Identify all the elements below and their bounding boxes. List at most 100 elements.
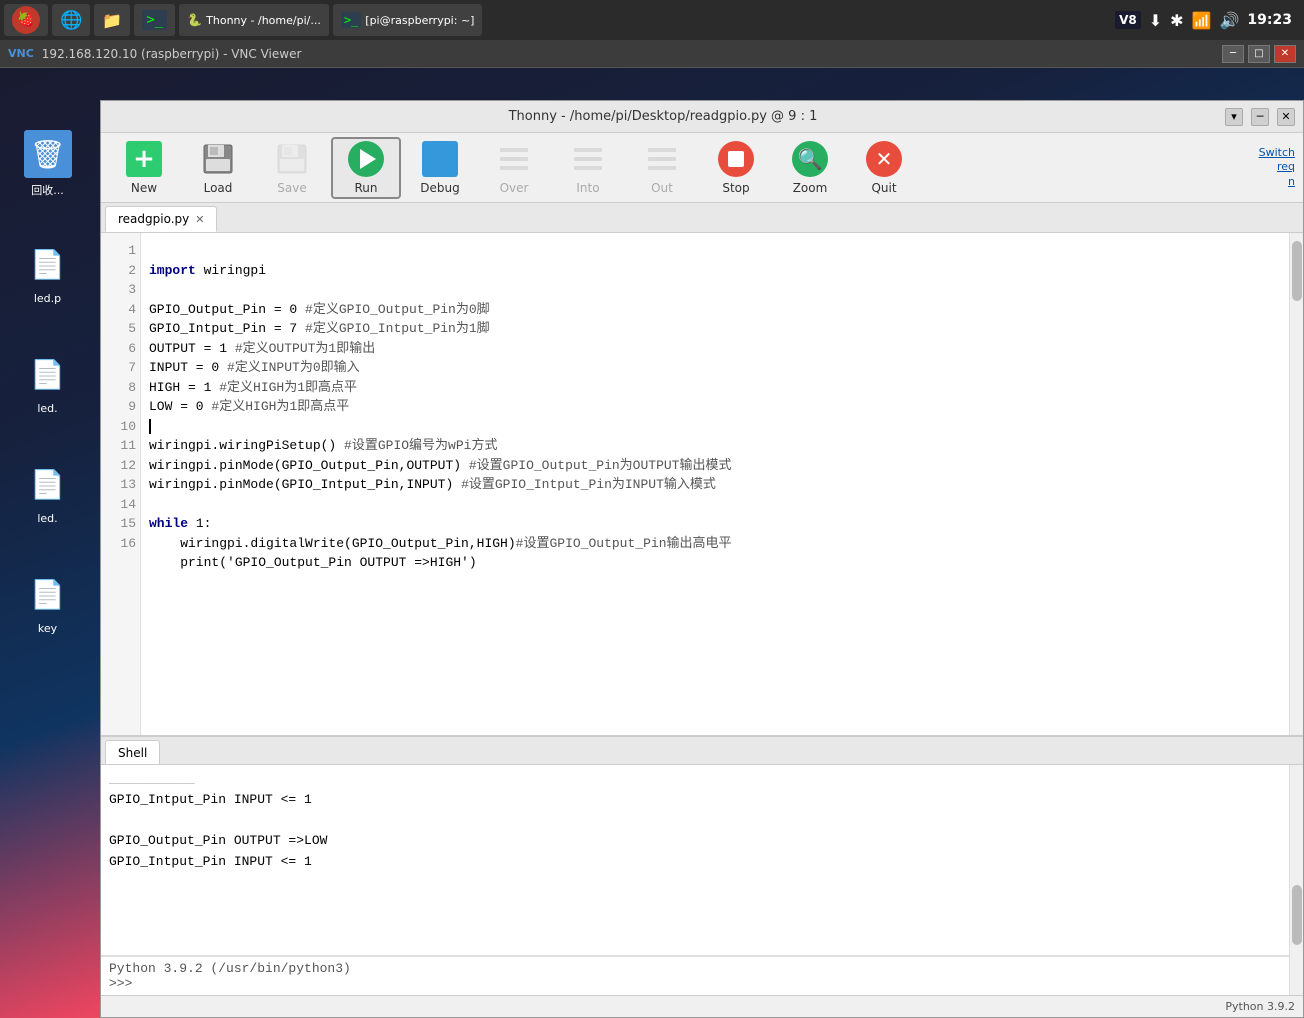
shell-output[interactable]: ___________ GPIO_Intput_Pin INPUT <= 1 G… [101,765,1289,955]
vnc-minimize-btn[interactable]: ─ [1222,45,1244,63]
editor-scrollbar[interactable] [1289,233,1303,735]
shell-input-area: Python 3.9.2 (/usr/bin/python3) >>> [101,956,1289,995]
line-num-12: 12 [105,456,136,476]
taskbar-files[interactable]: 📁 [94,4,130,36]
thonny-minimize-btn[interactable]: ─ [1251,108,1269,126]
shell-output-line-0: ___________ [109,769,1281,790]
zoom-button[interactable]: 🔍 Zoom [775,137,845,199]
new-button[interactable]: + New [109,137,179,199]
save-button[interactable]: Save [257,137,327,199]
shell-scrollbar[interactable] [1289,765,1303,995]
shell-scrollbar-thumb [1292,885,1302,945]
code-line-9 [149,419,159,434]
vnc-maximize-btn[interactable]: □ [1248,45,1270,63]
vnc-close-btn[interactable]: ✕ [1274,45,1296,63]
thonny-close-btn[interactable]: ✕ [1277,108,1295,126]
folder-taskbar-icon: 📁 [102,11,122,30]
save-label: Save [277,181,306,195]
status-right: Python 3.9.2 [1225,1000,1295,1013]
line-num-16: 16 [105,534,136,554]
editor-area: 1 2 3 4 5 6 7 8 9 10 11 12 13 14 15 16 [101,233,1303,735]
file-icon-2: 📄 [24,350,72,398]
code-content[interactable]: import wiringpi GPIO_Output_Pin = 0 #定义G… [141,233,1289,735]
out-icon [643,141,681,177]
zoom-icon: 🔍 [791,141,829,177]
debug-button[interactable]: Debug [405,137,475,199]
desktop-icon-trash-label: 回收... [31,182,64,198]
code-editor[interactable]: 1 2 3 4 5 6 7 8 9 10 11 12 13 14 15 16 [101,233,1289,735]
code-line-3: GPIO_Output_Pin = 0 #定义GPIO_Output_Pin为0… [149,302,490,317]
download-icon[interactable]: ⬇ [1149,11,1162,30]
switch-label: Switchreqn [1259,146,1295,188]
load-button[interactable]: Load [183,137,253,199]
volume-icon[interactable]: 🔊 [1220,11,1240,30]
line-num-11: 11 [105,436,136,456]
shell-prompt[interactable]: >>> [109,976,1281,991]
code-line-14: while 1: [149,516,211,531]
line-num-13: 13 [105,475,136,495]
desktop-icon-led2[interactable]: 📄 led. [10,350,85,415]
wifi-icon[interactable]: 📶 [1192,11,1212,30]
desktop-icon-trash[interactable]: 🗑 回收... [10,130,85,198]
quit-button[interactable]: ✕ Quit [849,137,919,199]
desktop-icon-led1-label: led.p [34,292,61,305]
taskbar-pi-terminal[interactable]: >_ [pi@raspberrypi: ~] [333,4,483,36]
stop-label: Stop [722,181,749,195]
desktop: 🍓 🌐 📁 >_ 🐍 Thonny - /home/pi/... >_ [pi@… [0,0,1304,1018]
terminal-taskbar-icon: >_ [142,10,167,30]
code-line-12: wiringpi.pinMode(GPIO_Intput_Pin,INPUT) … [149,477,716,492]
tab-close-icon[interactable]: ✕ [195,213,204,226]
run-play-icon [348,141,384,177]
line-num-14: 14 [105,495,136,515]
file-icon-1: 📄 [24,240,72,288]
switch-button[interactable]: Switchreqn [1259,146,1295,189]
editor-scrollbar-thumb [1292,241,1302,301]
code-line-6: INPUT = 0 #定义INPUT为0即输入 [149,360,360,375]
out-button[interactable]: Out [627,137,697,199]
status-bar: Python 3.9.2 [101,995,1303,1017]
shell-scroll-wrapper: ___________ GPIO_Intput_Pin INPUT <= 1 G… [101,765,1303,995]
load-floppy-icon [200,141,236,177]
new-plus-icon: + [126,141,162,177]
shell-output-line-2 [109,811,1281,832]
desktop-icon-led1[interactable]: 📄 led.p [10,240,85,305]
clock: 19:23 [1247,12,1292,28]
taskbar-terminal[interactable]: >_ [134,4,175,36]
line-numbers: 1 2 3 4 5 6 7 8 9 10 11 12 13 14 15 16 [101,233,141,735]
thonny-dropdown-btn[interactable]: ▾ [1225,108,1243,126]
quit-circle-icon: ✕ [866,141,902,177]
desktop-icon-key[interactable]: 📄 key [10,570,85,635]
vnc-titlebar: VNC 192.168.120.10 (raspberrypi) - VNC V… [0,40,1304,68]
thonny-window: Thonny - /home/pi/Desktop/readgpio.py @ … [100,100,1304,1018]
run-icon [347,141,385,177]
taskbar-thonny[interactable]: 🐍 Thonny - /home/pi/... [179,4,329,36]
python-status: Python 3.9.2 [1225,1000,1295,1013]
tab-filename: readgpio.py [118,212,189,226]
out-label: Out [651,181,673,195]
thonny-title: Thonny - /home/pi/Desktop/readgpio.py @ … [109,109,1217,124]
shell-output-line-1: GPIO_Intput_Pin INPUT <= 1 [109,790,1281,811]
run-button[interactable]: Run [331,137,401,199]
play-triangle [360,149,376,169]
bluetooth-icon[interactable]: ✱ [1170,11,1183,30]
code-line-8: LOW = 0 #定义HIGH为1即高点平 [149,399,349,414]
stop-button[interactable]: Stop [701,137,771,199]
desktop-icon-led3[interactable]: 📄 led. [10,460,85,525]
taskbar-browser[interactable]: 🌐 [52,4,90,36]
into-button[interactable]: Into [553,137,623,199]
code-line-10: wiringpi.wiringPiSetup() #设置GPIO编号为wPi方式 [149,438,497,453]
toolbar: + New Load [101,133,1303,203]
desktop-icon-led3-label: led. [37,512,57,525]
file-tab[interactable]: readgpio.py ✕ [105,206,217,232]
raspberry-icon: 🍓 [12,6,40,34]
shell-inner: ___________ GPIO_Intput_Pin INPUT <= 1 G… [101,765,1289,995]
line-num-4: 4 [105,300,136,320]
shell-tab[interactable]: Shell [105,740,160,764]
over-button[interactable]: Over [479,137,549,199]
taskbar-right: V8 ⬇ ✱ 📶 🔊 19:23 [1115,11,1300,30]
zoom-circle-icon: 🔍 [792,141,828,177]
line-num-15: 15 [105,514,136,534]
stop-circle-icon [718,141,754,177]
debug-lines-icon [426,150,454,167]
taskbar-raspi[interactable]: 🍓 [4,4,48,36]
